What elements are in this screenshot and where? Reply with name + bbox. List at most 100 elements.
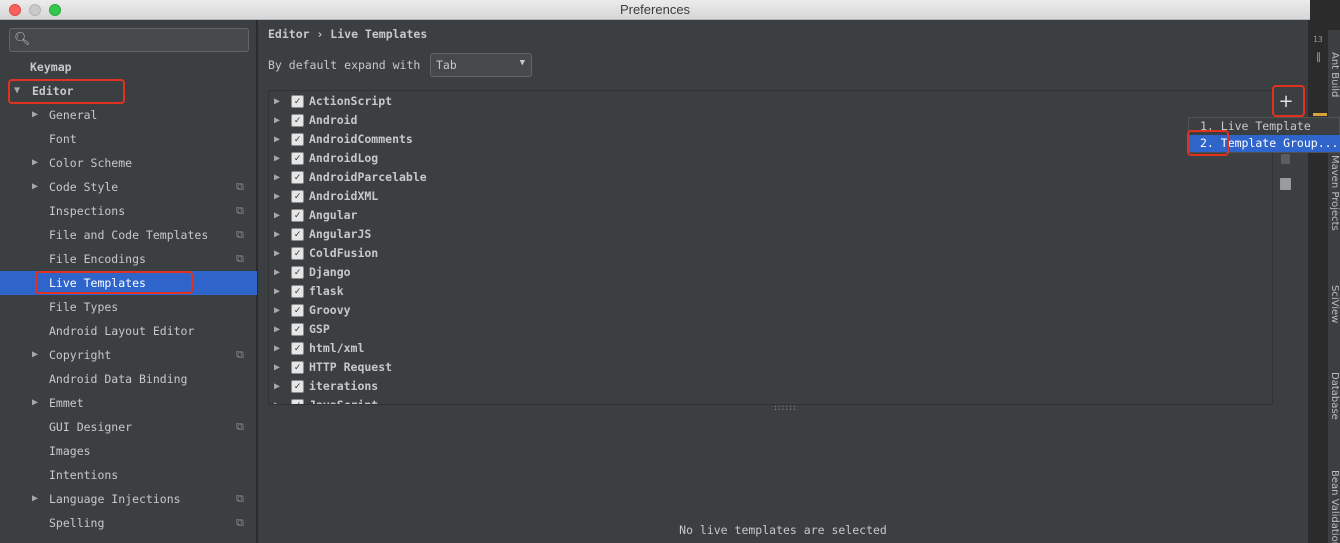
sidebar-item-gui-designer[interactable]: GUI Designer ⧉ [0,415,257,439]
template-group-name: AndroidComments [309,132,413,146]
group-checkbox[interactable]: ✓ [291,342,304,355]
template-group-name: iterations [309,379,379,393]
template-group-row[interactable]: ▶ ✓ AndroidParcelable [269,168,1269,187]
splitter-handle[interactable]: :::::: [773,403,797,412]
template-group-row[interactable]: ▶ ✓ AndroidXML [269,187,1269,206]
expand-arrow-icon[interactable]: ▶ [274,206,280,225]
collapsed-arrow-icon[interactable]: ▶ [32,391,38,415]
template-group-row[interactable]: ▶ ✓ AndroidLog [269,149,1269,168]
sidebar-item-live-templates[interactable]: Live Templates [0,271,257,295]
expand-arrow-icon[interactable]: ▶ [274,377,280,396]
expand-arrow-icon[interactable]: ▶ [274,92,280,111]
pause-icon[interactable]: ∥ [1316,52,1321,63]
template-group-row[interactable]: ▶ ✓ JavaScript [269,396,1269,404]
expand-arrow-icon[interactable]: ▶ [274,244,280,263]
expanded-arrow-icon[interactable]: ▼ [14,79,20,103]
template-group-row[interactable]: ▶ ✓ ActionScript [269,92,1269,111]
group-checkbox[interactable]: ✓ [291,190,304,203]
expand-arrow-icon[interactable]: ▶ [274,130,280,149]
template-group-row[interactable]: ▶ ✓ Android [269,111,1269,130]
sidebar-item-code-style[interactable]: ▶ Code Style ⧉ [0,175,257,199]
template-group-row[interactable]: ▶ ✓ ColdFusion [269,244,1269,263]
template-group-row[interactable]: ▶ ✓ HTTP Request [269,358,1269,377]
template-group-row[interactable]: ▶ ✓ AndroidComments [269,130,1269,149]
sidebar-item-font[interactable]: Font [0,127,257,151]
tool-tab-maven-projects[interactable]: Maven Projects [1329,155,1340,231]
expand-arrow-icon[interactable]: ▶ [274,263,280,282]
expand-arrow-icon[interactable]: ▶ [274,282,280,301]
template-groups-tree[interactable]: ▶ ✓ ActionScript ▶ ✓ Android ▶ ✓ AndroidComments… [268,90,1273,405]
expand-arrow-icon[interactable]: ▶ [274,168,280,187]
expand-arrow-icon[interactable]: ▶ [274,320,280,339]
template-group-row[interactable]: ▶ ✓ AngularJS [269,225,1269,244]
expand-arrow-icon[interactable]: ▶ [274,149,280,168]
group-checkbox[interactable]: ✓ [291,171,304,184]
template-group-row[interactable]: ▶ ✓ iterations [269,377,1269,396]
copy-icon[interactable] [1281,154,1290,164]
template-group-row[interactable]: ▶ ✓ html/xml [269,339,1269,358]
group-checkbox[interactable]: ✓ [291,380,304,393]
sidebar-item-spelling[interactable]: Spelling ⧉ [0,511,257,535]
tool-tab-ant-build[interactable]: Ant Build [1329,52,1340,97]
document-icon[interactable] [1280,178,1291,190]
template-group-row[interactable]: ▶ ✓ GSP [269,320,1269,339]
tool-tab-bean-validation[interactable]: Bean Validation [1329,470,1340,543]
group-checkbox[interactable]: ✓ [291,361,304,374]
group-checkbox[interactable]: ✓ [291,152,304,165]
group-checkbox[interactable]: ✓ [291,133,304,146]
sidebar-item-language-injections[interactable]: ▶ Language Injections ⧉ [0,487,257,511]
group-checkbox[interactable]: ✓ [291,399,304,404]
sidebar-item-inspections[interactable]: Inspections ⧉ [0,199,257,223]
expand-with-select[interactable]: Tab ▼ [430,53,532,77]
expand-arrow-icon[interactable]: ▶ [274,111,280,130]
expand-arrow-icon[interactable]: ▶ [274,225,280,244]
sidebar-item-intentions[interactable]: Intentions [0,463,257,487]
sidebar-item-color-scheme[interactable]: ▶ Color Scheme [0,151,257,175]
group-checkbox[interactable]: ✓ [291,209,304,222]
project-settings-icon: ⧉ [236,252,244,265]
collapsed-arrow-icon[interactable]: ▶ [32,151,38,175]
sidebar-item-android-layout-editor[interactable]: Android Layout Editor [0,319,257,343]
tool-tab-database[interactable]: Database [1329,372,1340,420]
group-checkbox[interactable]: ✓ [291,266,304,279]
group-checkbox[interactable]: ✓ [291,95,304,108]
sidebar-item-file-types[interactable]: File Types [0,295,257,319]
collapsed-arrow-icon[interactable]: ▶ [32,343,38,367]
sidebar-item-file-and-code-templates[interactable]: File and Code Templates ⧉ [0,223,257,247]
add-button[interactable]: + [1276,92,1296,112]
expand-arrow-icon[interactable]: ▶ [274,358,280,377]
expand-arrow-icon[interactable]: ▶ [274,301,280,320]
sidebar-item-editor[interactable]: ▼ Editor [0,79,257,103]
sidebar-item-images[interactable]: Images [0,439,257,463]
group-checkbox[interactable]: ✓ [291,285,304,298]
collapsed-arrow-icon[interactable]: ▶ [32,487,38,511]
group-checkbox[interactable]: ✓ [291,323,304,336]
group-checkbox[interactable]: ✓ [291,247,304,260]
popup-item-2-template-group[interactable]: 2. Template Group... [1189,135,1340,152]
collapsed-arrow-icon[interactable]: ▶ [32,175,38,199]
expand-arrow-icon[interactable]: ▶ [274,187,280,206]
expand-arrow-icon[interactable]: ▶ [274,396,280,404]
popup-item-1-live-template[interactable]: 1. Live Template [1189,118,1340,135]
expand-arrow-icon[interactable]: ▶ [274,339,280,358]
sidebar-item-keymap[interactable]: Keymap [0,55,257,79]
sidebar-item-emmet[interactable]: ▶ Emmet [0,391,257,415]
sidebar-item-android-data-binding[interactable]: Android Data Binding [0,367,257,391]
template-group-row[interactable]: ▶ ✓ flask [269,282,1269,301]
collapsed-arrow-icon[interactable]: ▶ [32,103,38,127]
group-checkbox[interactable]: ✓ [291,228,304,241]
sidebar-item-copyright[interactable]: ▶ Copyright ⧉ [0,343,257,367]
template-group-row[interactable]: ▶ ✓ Django [269,263,1269,282]
sidebar-item-general[interactable]: ▶ General [0,103,257,127]
sidebar-item-label: Keymap [30,60,72,74]
group-checkbox[interactable]: ✓ [291,304,304,317]
tool-tab-sciview[interactable]: SciView [1329,285,1340,323]
template-group-name: ColdFusion [309,246,379,260]
settings-sidebar: 🔍︎ Keymap ▼ Editor ▶ General Font ▶ Color Schem… [0,20,257,543]
template-group-row[interactable]: ▶ ✓ Groovy [269,301,1269,320]
sidebar-item-file-encodings[interactable]: File Encodings ⧉ [0,247,257,271]
search-input[interactable]: 🔍︎ [9,28,249,52]
template-group-name: GSP [309,322,330,336]
template-group-row[interactable]: ▶ ✓ Angular [269,206,1269,225]
group-checkbox[interactable]: ✓ [291,114,304,127]
